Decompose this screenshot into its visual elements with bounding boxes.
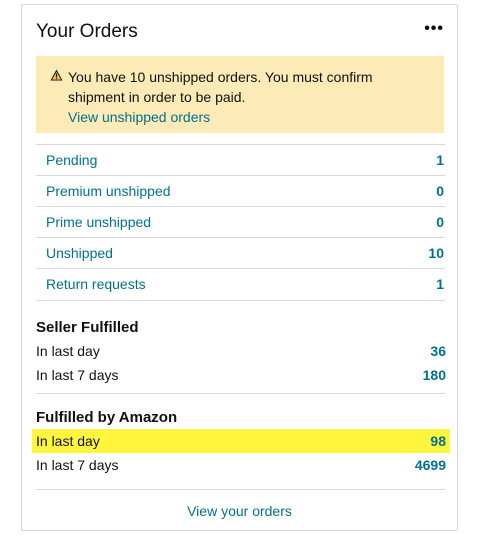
stat-label: In last day [36,433,100,449]
order-row-label[interactable]: Prime unshipped [46,214,151,230]
card-title: Your Orders [36,21,138,42]
more-options-icon[interactable]: ••• [424,21,444,37]
order-row-label[interactable]: Return requests [46,276,146,292]
order-row-pending[interactable]: Pending 1 [36,144,445,175]
order-row-value[interactable]: 0 [436,214,444,230]
stat-value[interactable]: 36 [430,343,446,359]
order-status-list: Pending 1 Premium unshipped 0 Prime unsh… [36,144,445,299]
footer-divider [36,489,445,490]
order-row-label[interactable]: Unshipped [46,245,113,261]
alert-message: You have 10 unshipped orders. You must c… [68,69,373,105]
fba-last-7-days: In last 7 days 4699 [36,453,446,477]
orders-card: Your Orders ••• You have 10 unshipped or… [21,4,458,531]
order-row-return-requests[interactable]: Return requests 1 [36,268,445,299]
fba-last-day: In last day 98 [32,429,450,453]
seller-fulfilled-last-day: In last day 36 [36,339,446,363]
unshipped-alert: You have 10 unshipped orders. You must c… [36,56,444,133]
order-row-prime-unshipped[interactable]: Prime unshipped 0 [36,206,445,237]
stat-label: In last 7 days [36,457,119,473]
order-row-label[interactable]: Premium unshipped [46,183,171,199]
seller-fulfilled-last-7-days: In last 7 days 180 [36,363,446,387]
card-footer: View your orders [22,503,457,519]
order-row-premium-unshipped[interactable]: Premium unshipped 0 [36,175,445,206]
view-your-orders-link[interactable]: View your orders [187,503,292,519]
order-row-value[interactable]: 1 [436,152,444,168]
stat-label: In last 7 days [36,367,119,383]
fba-title: Fulfilled by Amazon [36,409,178,426]
seller-fulfilled-title: Seller Fulfilled [36,319,139,336]
order-row-value[interactable]: 10 [428,245,444,261]
view-unshipped-orders-link[interactable]: View unshipped orders [68,109,210,125]
order-row-label[interactable]: Pending [46,152,97,168]
stat-label: In last day [36,343,100,359]
section-divider [36,393,445,394]
stat-value[interactable]: 4699 [415,457,446,473]
order-row-value[interactable]: 1 [436,276,444,292]
stat-value[interactable]: 98 [430,433,446,449]
section-divider [36,300,445,301]
order-row-unshipped[interactable]: Unshipped 10 [36,237,445,268]
stat-value[interactable]: 180 [423,367,446,383]
order-row-value[interactable]: 0 [436,183,444,199]
